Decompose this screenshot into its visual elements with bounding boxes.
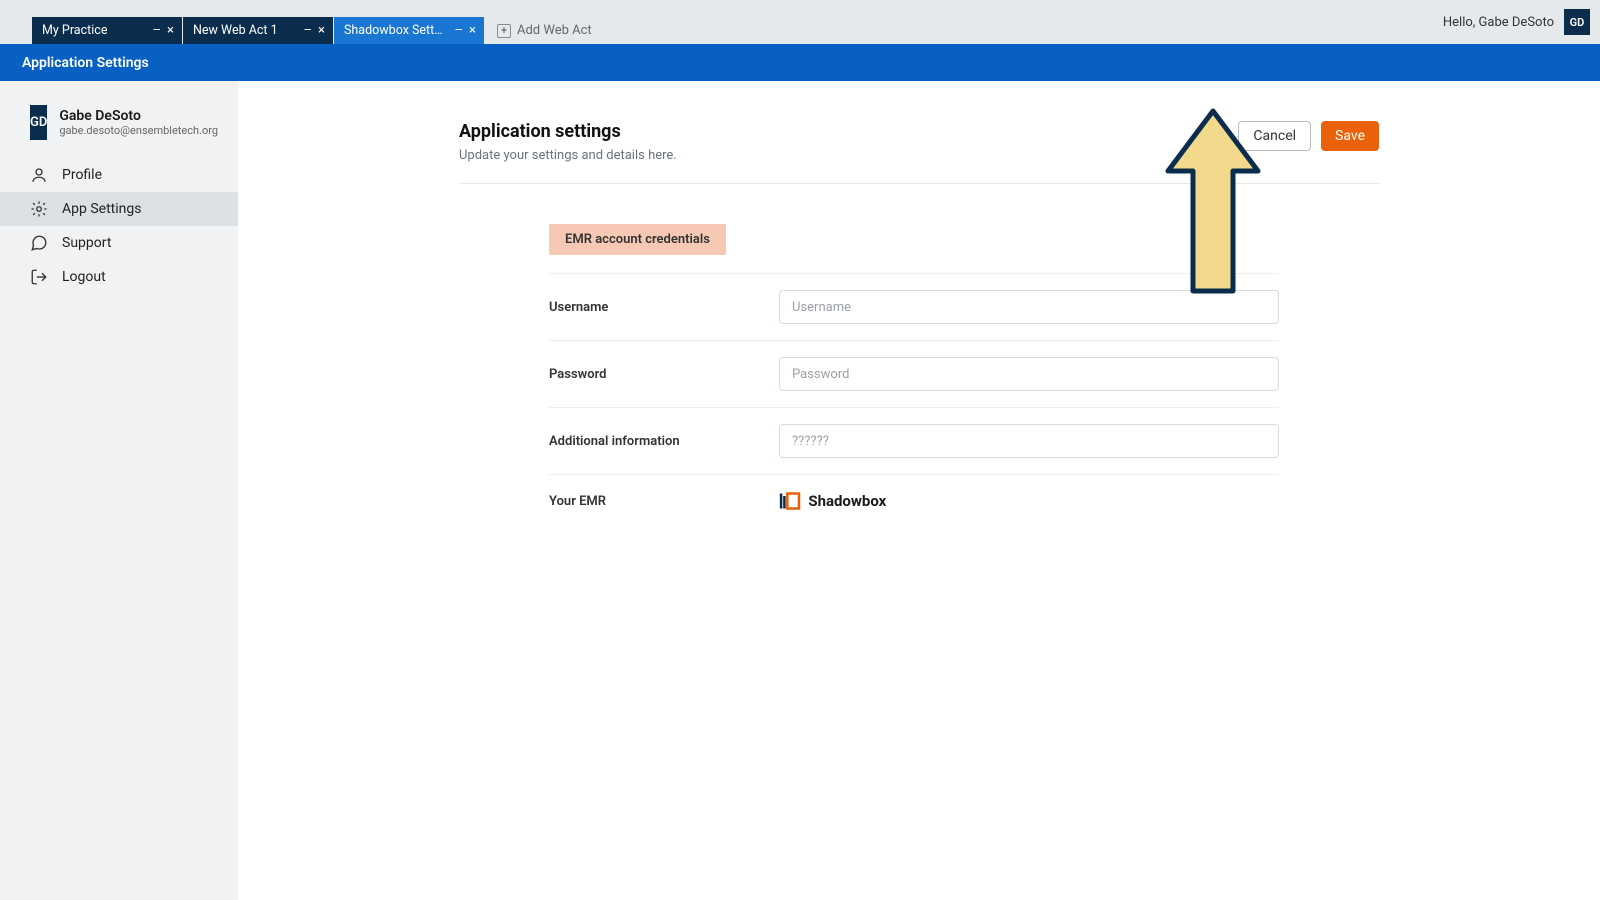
content-area: Application settings Update your setting… [238,81,1600,900]
page-banner: Application Settings [0,44,1600,81]
tab-new-web-act[interactable]: New Web Act 1 – × [183,17,333,44]
sidebar-item-label: Support [62,235,111,251]
add-tab-label: Add Web Act [517,23,592,38]
user-greeting-area: Hello, Gabe DeSoto GD [1443,0,1590,44]
avatar: GD [30,105,47,140]
greeting-text: Hello, Gabe DeSoto [1443,15,1554,30]
chat-icon [30,234,48,252]
field-additional: Additional information [549,408,1279,475]
tab-title: My Practice [42,23,107,38]
avatar[interactable]: GD [1564,9,1590,35]
close-icon[interactable]: × [167,24,174,37]
gear-icon [30,200,48,218]
minimize-icon[interactable]: – [455,24,464,37]
sidebar: GD Gabe DeSoto gabe.desoto@ensembletech.… [0,81,238,900]
tab-my-practice[interactable]: My Practice – × [32,17,182,44]
tab-title: New Web Act 1 [193,23,278,38]
user-email: gabe.desoto@ensembletech.org [59,124,218,137]
sidebar-item-label: App Settings [62,201,141,217]
sidebar-item-label: Logout [62,269,106,285]
field-password: Password [549,341,1279,408]
user-card: GD Gabe DeSoto gabe.desoto@ensembletech.… [0,105,238,158]
logout-icon [30,268,48,286]
username-input[interactable] [779,290,1279,324]
additional-input[interactable] [779,424,1279,458]
form-area: EMR account credentials Username Passwor… [549,224,1279,527]
close-icon[interactable]: × [318,24,325,37]
tab-title: Shadowbox Settings [344,23,444,38]
close-icon[interactable]: × [469,24,476,37]
save-button[interactable]: Save [1321,121,1379,151]
user-icon [30,166,48,184]
minimize-icon[interactable]: – [153,24,162,37]
tab-shadowbox-settings[interactable]: Shadowbox Settings – × [334,17,484,44]
minimize-icon[interactable]: – [304,24,313,37]
emr-name: Shadowbox [808,492,886,510]
tab-bar: My Practice – × New Web Act 1 – × Shadow… [0,0,1600,44]
plus-icon: + [497,24,511,38]
cancel-button[interactable]: Cancel [1238,121,1311,151]
page-header: Application settings Update your setting… [459,121,1379,184]
password-input[interactable] [779,357,1279,391]
field-label: Your EMR [549,494,779,509]
shadowbox-icon [779,491,802,511]
sidebar-item-support[interactable]: Support [0,226,238,260]
sidebar-item-label: Profile [62,167,102,183]
sidebar-item-profile[interactable]: Profile [0,158,238,192]
page-subtitle: Update your settings and details here. [459,148,677,163]
section-header: EMR account credentials [549,224,726,255]
user-name: Gabe DeSoto [59,108,218,124]
sidebar-item-app-settings[interactable]: App Settings [0,192,238,226]
page-title: Application settings [459,121,677,142]
sidebar-item-logout[interactable]: Logout [0,260,238,294]
banner-title: Application Settings [22,55,149,71]
field-username: Username [549,273,1279,341]
add-tab-button[interactable]: + Add Web Act [485,17,604,44]
emr-logo: Shadowbox [779,491,886,511]
field-label: Username [549,300,779,315]
field-emr: Your EMR Shadowbox [549,475,1279,527]
field-label: Password [549,367,779,382]
field-label: Additional information [549,434,779,449]
